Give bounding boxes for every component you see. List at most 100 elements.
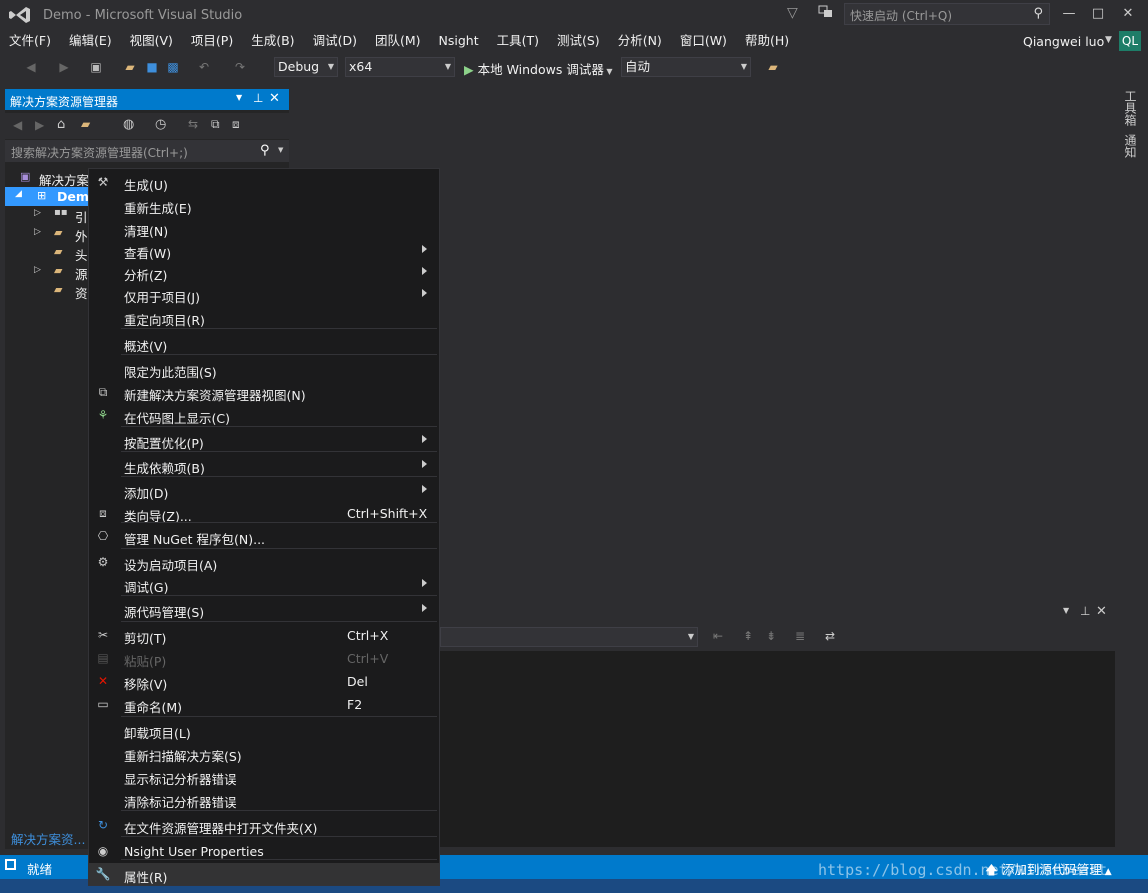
- prev-message-icon[interactable]: ⇞: [743, 629, 753, 643]
- context-menu-item[interactable]: ↻ 在文件资源管理器中打开文件夹(X): [89, 814, 439, 836]
- menu-team[interactable]: 团队(M): [366, 31, 430, 51]
- tree-item-external-deps[interactable]: ▷ ▰ 外: [34, 226, 88, 245]
- context-menu-item[interactable]: 仅用于项目(J): [89, 283, 439, 305]
- redo-icon[interactable]: ↷: [232, 59, 248, 75]
- context-menu-item[interactable]: 重新生成(E): [89, 194, 439, 216]
- solution-explorer-tab[interactable]: 解决方案资...: [11, 829, 85, 848]
- pin-icon[interactable]: ⊥: [1080, 604, 1090, 618]
- minimize-button[interactable]: —: [1055, 4, 1083, 24]
- collapse-all-icon[interactable]: ⧉: [211, 117, 220, 132]
- context-menu-item[interactable]: ⧈ 类向导(Z)... Ctrl+Shift+X: [89, 502, 439, 524]
- menu-file[interactable]: 文件(F): [0, 31, 60, 51]
- context-menu-item[interactable]: 清理(N): [89, 217, 439, 239]
- start-debugging-button[interactable]: ▶ 本地 Windows 调试器 ▼: [464, 59, 613, 78]
- context-menu-item[interactable]: 调试(G): [89, 573, 439, 595]
- context-menu-item-label: 显示标记分析器错误: [124, 772, 237, 787]
- close-button[interactable]: ✕: [1114, 4, 1142, 24]
- sync-icon[interactable]: ⇆: [188, 117, 198, 131]
- context-menu-item[interactable]: ▭ 重命名(M) F2: [89, 693, 439, 715]
- menu-debug[interactable]: 调试(D): [304, 31, 366, 51]
- context-menu-item[interactable]: ⎔ 管理 NuGet 程序包(N)...: [89, 525, 439, 547]
- context-menu-item[interactable]: 显示标记分析器错误: [89, 765, 439, 787]
- back-icon[interactable]: ◀: [23, 59, 39, 75]
- context-menu-item[interactable]: 限定为此范围(S): [89, 358, 439, 380]
- show-all-files-icon[interactable]: ⧈: [232, 117, 240, 132]
- context-menu-item[interactable]: 源代码管理(S): [89, 598, 439, 620]
- solution-config-select[interactable]: 自动 ▼: [621, 57, 751, 77]
- solution-explorer-search-input[interactable]: 搜索解决方案资源管理器(Ctrl+;) ⚲ ▼: [5, 140, 289, 162]
- menu-nsight[interactable]: Nsight: [430, 31, 488, 51]
- context-menu-item[interactable]: 添加(D): [89, 479, 439, 501]
- context-menu-item: ▤ 粘贴(P) Ctrl+V: [89, 647, 439, 669]
- menu-window[interactable]: 窗口(W): [671, 31, 736, 51]
- globe-icon[interactable]: ◍: [123, 117, 134, 132]
- menu-test[interactable]: 测试(S): [548, 31, 609, 51]
- tree-item-sources[interactable]: ▷ ▰ 源: [34, 264, 88, 283]
- chevron-down-icon[interactable]: ▼: [1105, 35, 1112, 45]
- open-folder-icon[interactable]: ▰: [122, 59, 138, 75]
- tree-item-project[interactable]: ◢ ⊞ Dem: [5, 187, 89, 206]
- quick-launch-input[interactable]: 快速启动 (Ctrl+Q) ⚲: [844, 3, 1050, 25]
- back-icon[interactable]: ◀: [13, 118, 22, 132]
- chevron-down-icon[interactable]: ▼: [278, 146, 283, 154]
- next-message-icon[interactable]: ⇟: [766, 629, 776, 643]
- context-menu-item[interactable]: ⚙ 设为启动项目(A): [89, 551, 439, 573]
- context-menu-item[interactable]: 清除标记分析器错误: [89, 788, 439, 810]
- menu-tools[interactable]: 工具(T): [488, 31, 548, 51]
- menu-edit[interactable]: 编辑(E): [60, 31, 121, 51]
- context-menu-item[interactable]: ⚘ 在代码图上显示(C): [89, 404, 439, 426]
- avatar[interactable]: QL: [1119, 31, 1141, 51]
- feedback-filter-icon[interactable]: ▽: [787, 5, 798, 21]
- context-menu-item[interactable]: ✂ 剪切(T) Ctrl+X: [89, 624, 439, 646]
- menu-view[interactable]: 视图(V): [121, 31, 182, 51]
- menu-project[interactable]: 项目(P): [182, 31, 242, 51]
- tree-item-references[interactable]: ▷ ▪▪ 引: [34, 207, 88, 226]
- toolbox-tab[interactable]: 工具箱: [1122, 90, 1139, 126]
- new-project-icon[interactable]: ▣: [88, 59, 104, 75]
- word-wrap-icon[interactable]: ⇄: [825, 629, 835, 643]
- context-menu-item[interactable]: 🔧 属性(R): [89, 863, 439, 885]
- search-icon[interactable]: ⚲: [260, 143, 270, 158]
- folder-view-icon[interactable]: ▰: [81, 117, 90, 131]
- menu-help[interactable]: 帮助(H): [736, 31, 798, 51]
- tree-item-headers[interactable]: ▰ 头: [34, 245, 88, 264]
- context-menu-item[interactable]: 生成依赖项(B): [89, 454, 439, 476]
- find-in-files-icon[interactable]: ▰: [765, 59, 781, 75]
- output-source-select[interactable]: ▼: [440, 627, 698, 647]
- dropdown-icon[interactable]: ▼: [1063, 606, 1069, 615]
- context-menu-item[interactable]: 分析(Z): [89, 261, 439, 283]
- notifications-icon[interactable]: [818, 5, 834, 19]
- output-panel-body[interactable]: [440, 651, 1115, 847]
- close-icon[interactable]: ✕: [1096, 604, 1107, 619]
- context-menu-item[interactable]: ⧉ 新建解决方案资源管理器视图(N): [89, 381, 439, 403]
- pin-icon[interactable]: ⊥: [253, 91, 263, 105]
- context-menu-item[interactable]: 查看(W): [89, 239, 439, 261]
- context-menu-item[interactable]: 重新扫描解决方案(S): [89, 742, 439, 764]
- context-menu-item[interactable]: 卸载项目(L): [89, 719, 439, 741]
- clear-all-icon[interactable]: ≣: [795, 629, 805, 643]
- close-icon[interactable]: ✕: [269, 91, 280, 106]
- maximize-button[interactable]: □: [1084, 4, 1112, 24]
- menu-build[interactable]: 生成(B): [242, 31, 303, 51]
- history-icon[interactable]: ◷: [155, 117, 166, 132]
- home-icon[interactable]: ⌂: [57, 117, 65, 132]
- platform-select[interactable]: x64 ▼: [345, 57, 455, 77]
- tree-item-resources[interactable]: ▰ 资: [34, 283, 88, 302]
- menu-analyze[interactable]: 分析(N): [609, 31, 671, 51]
- save-icon[interactable]: ■: [144, 59, 160, 75]
- context-menu-item[interactable]: ✕ 移除(V) Del: [89, 670, 439, 692]
- context-menu-item[interactable]: 概述(V): [89, 332, 439, 354]
- undo-icon[interactable]: ↶: [196, 59, 212, 75]
- context-menu-item[interactable]: ⚒ 生成(U): [89, 171, 439, 193]
- user-name[interactable]: Qiangwei luo: [1023, 34, 1104, 49]
- notifications-tab[interactable]: 通知: [1122, 134, 1139, 158]
- context-menu-item[interactable]: 重定向项目(R): [89, 306, 439, 328]
- forward-icon[interactable]: ▶: [56, 59, 72, 75]
- context-menu-item[interactable]: 按配置优化(P): [89, 429, 439, 451]
- save-all-icon[interactable]: ▩: [165, 59, 181, 75]
- forward-icon[interactable]: ▶: [35, 118, 44, 132]
- configuration-select[interactable]: Debug ▼: [274, 57, 338, 77]
- dropdown-icon[interactable]: ▼: [236, 93, 242, 102]
- start-debugging-label: 本地 Windows 调试器: [477, 62, 604, 77]
- find-message-icon[interactable]: ⇤: [713, 629, 723, 643]
